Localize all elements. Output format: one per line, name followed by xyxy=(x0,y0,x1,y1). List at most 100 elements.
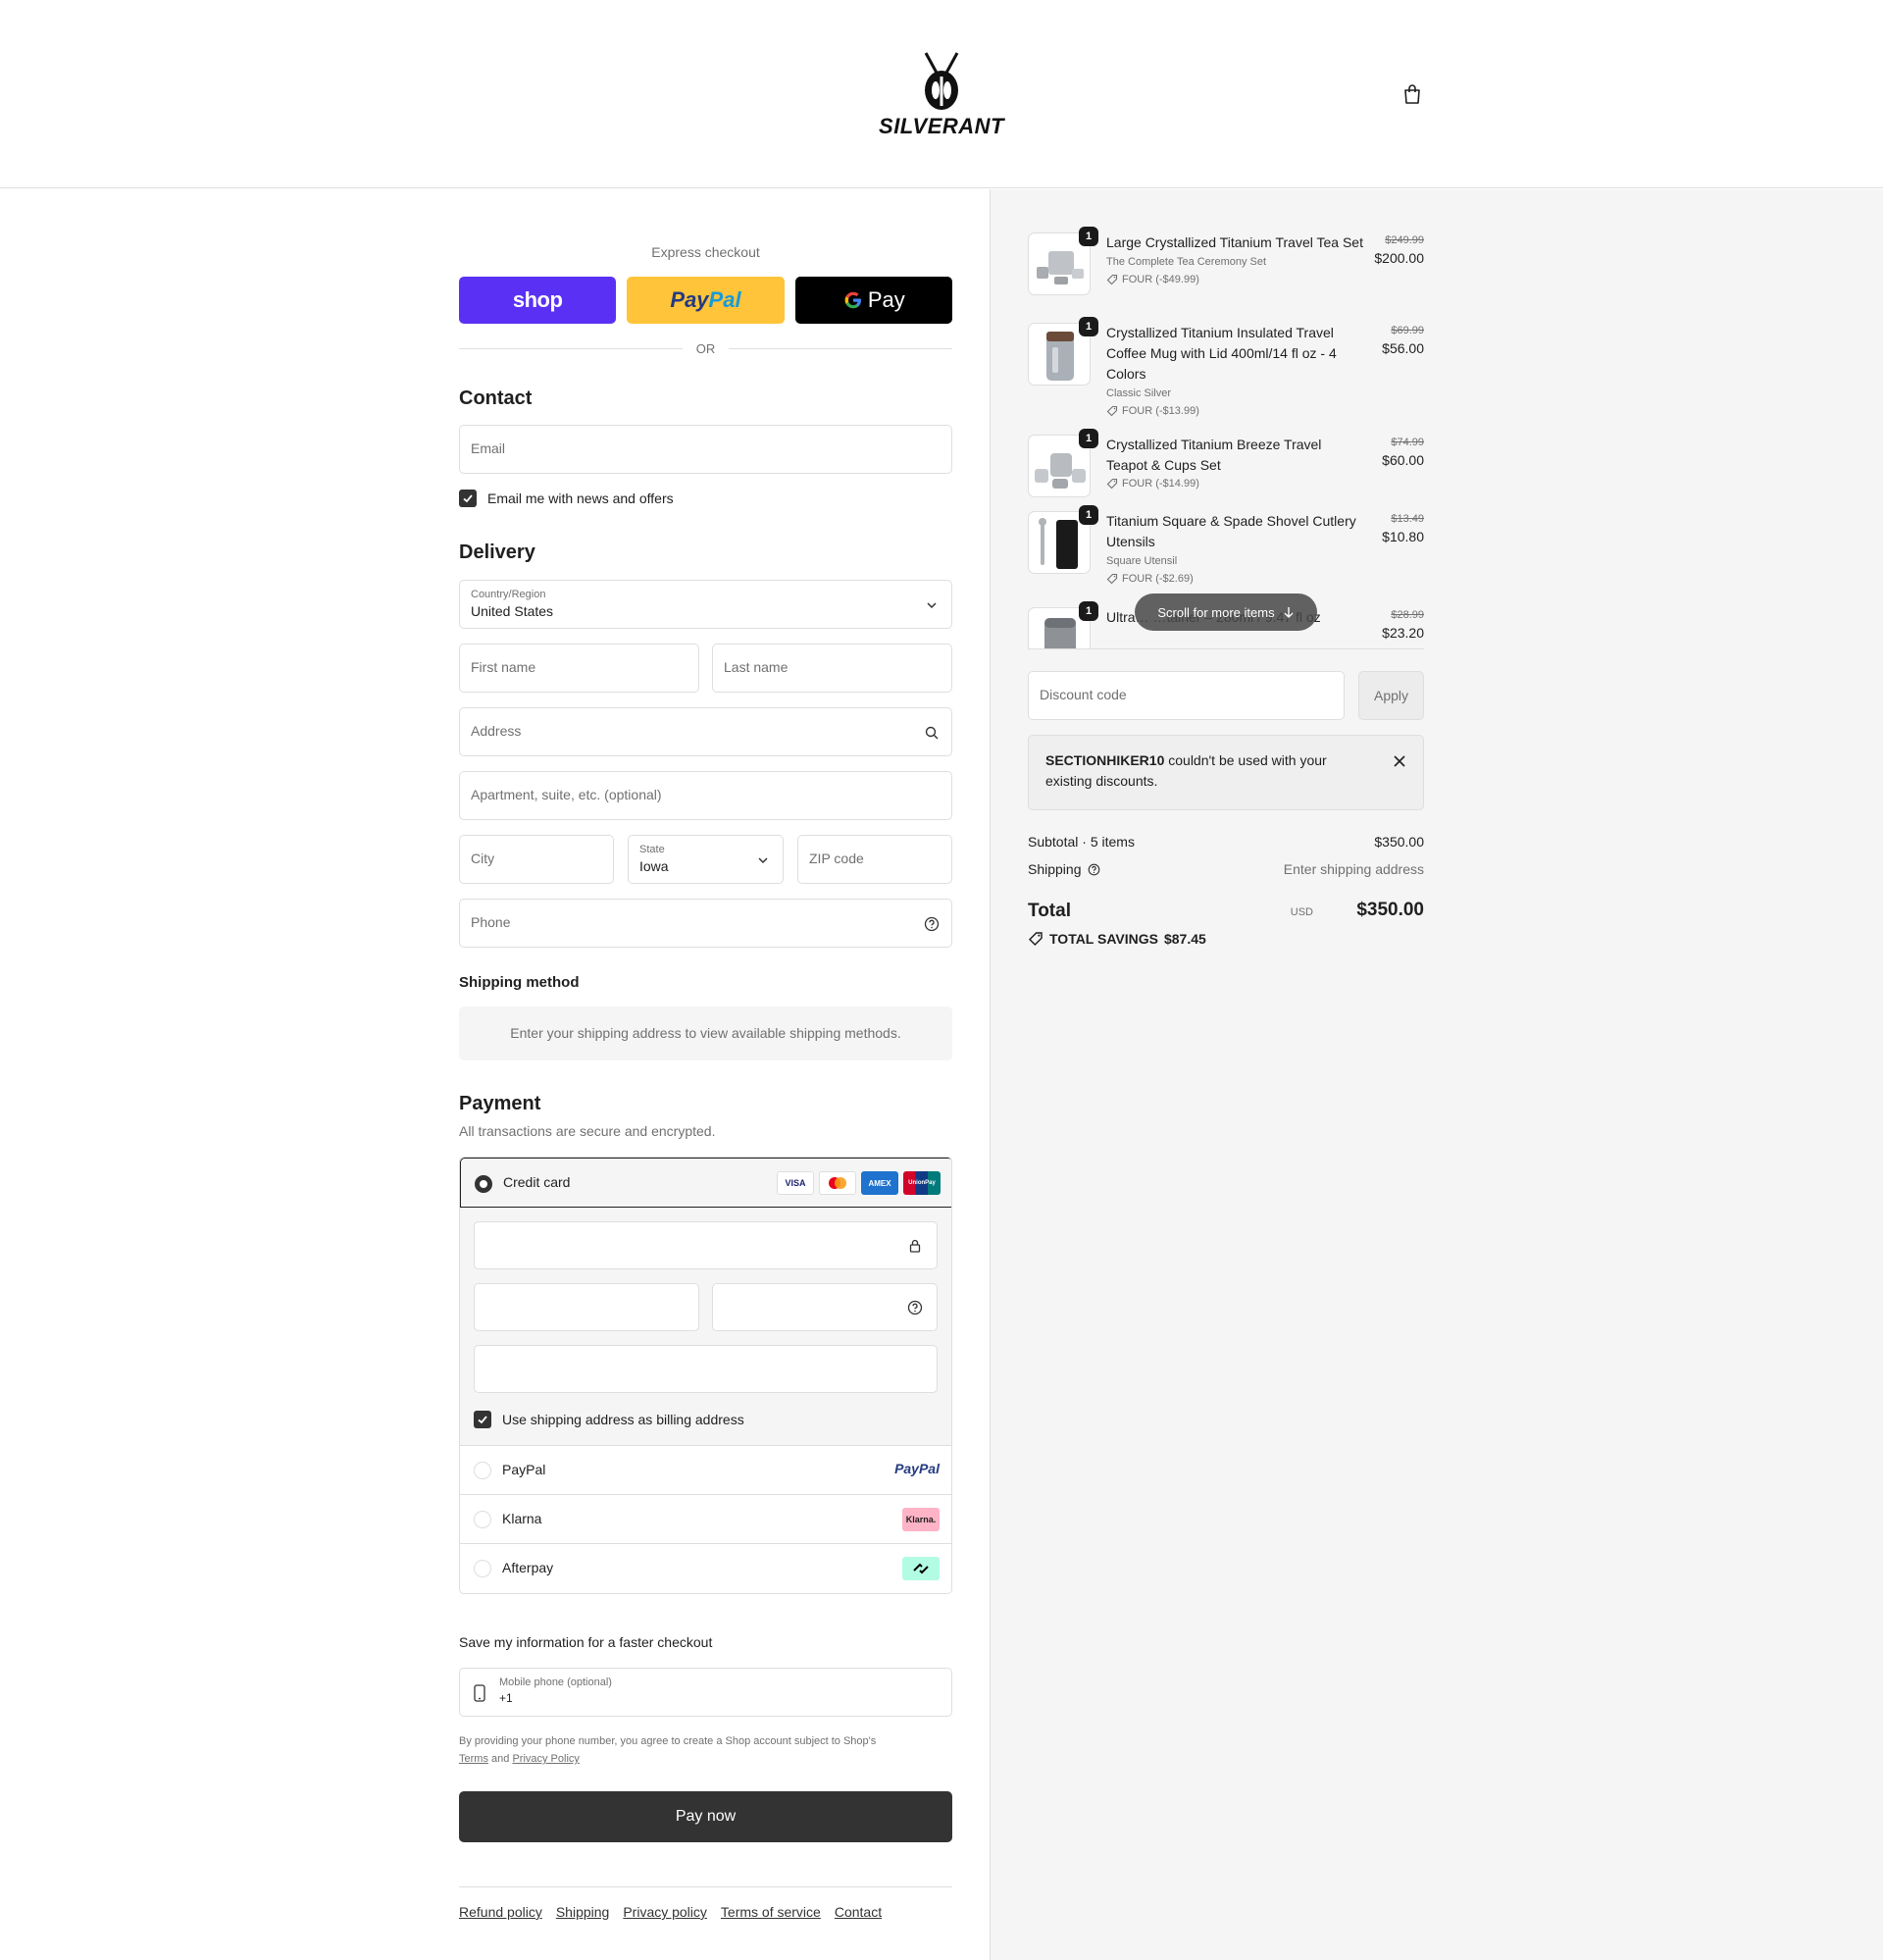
email-field[interactable]: Email xyxy=(459,425,952,474)
discounted-price: $200.00 xyxy=(1374,250,1424,266)
klarna-option-label: Klarna xyxy=(502,1511,542,1526)
first-name-field[interactable]: First name xyxy=(459,644,699,693)
cart-bag-icon[interactable] xyxy=(1400,82,1424,106)
or-divider: OR xyxy=(459,338,952,358)
savings-value: $87.45 xyxy=(1163,931,1206,947)
mobile-phone-icon xyxy=(474,1684,485,1702)
brand-logo[interactable]: SILVERANT xyxy=(879,51,1004,139)
country-select[interactable]: Country/Region United States xyxy=(459,580,952,629)
help-circle-icon[interactable] xyxy=(924,916,940,932)
product-name: Titanium Square & Spade Shovel Cutlery U… xyxy=(1106,513,1356,549)
google-pay-button[interactable]: Pay xyxy=(794,277,952,324)
credit-card-radio[interactable] xyxy=(475,1175,492,1193)
checkmark-icon xyxy=(463,494,473,503)
original-price: $74.99 xyxy=(1391,437,1424,448)
expiration-date-field[interactable] xyxy=(474,1283,699,1331)
chevron-down-icon xyxy=(758,857,768,864)
subtotal-label: Subtotal · 5 items xyxy=(1028,834,1135,850)
security-code-field[interactable] xyxy=(712,1283,938,1331)
express-checkout-label: Express checkout xyxy=(651,244,760,260)
scroll-more-items-button[interactable]: Scroll for more items xyxy=(1135,593,1317,631)
city-placeholder: City xyxy=(471,851,495,866)
phone-field[interactable]: Phone xyxy=(459,899,952,948)
afterpay-option[interactable]: Afterpay xyxy=(460,1543,951,1592)
savings-label: TOTAL SAVINGS xyxy=(1049,931,1158,947)
tag-icon xyxy=(1106,274,1118,285)
paypal-radio[interactable] xyxy=(474,1462,491,1479)
card-number-field[interactable] xyxy=(474,1221,938,1269)
contact-link[interactable]: Contact xyxy=(835,1904,882,1920)
pay-now-button[interactable]: Pay now xyxy=(459,1791,952,1842)
discount-text: FOUR (-$13.99) xyxy=(1122,405,1199,417)
quantity-badge: 1 xyxy=(1079,601,1098,621)
city-field[interactable]: City xyxy=(459,835,614,884)
shop-pay-button[interactable]: shop xyxy=(459,277,617,324)
alert-code: SECTIONHIKER10 xyxy=(1045,752,1165,768)
klarna-option[interactable]: Klarna Klarna. xyxy=(460,1494,951,1543)
discount-code-placeholder: Discount code xyxy=(1040,687,1127,702)
privacy-policy-footer-link[interactable]: Privacy policy xyxy=(623,1904,707,1920)
privacy-policy-link[interactable]: Privacy Policy xyxy=(512,1753,579,1765)
apartment-placeholder: Apartment, suite, etc. (optional) xyxy=(471,787,662,802)
refund-policy-link[interactable]: Refund policy xyxy=(459,1904,542,1920)
discounted-price: $10.80 xyxy=(1382,529,1424,544)
zip-field[interactable]: ZIP code xyxy=(797,835,952,884)
afterpay-option-label: Afterpay xyxy=(502,1560,554,1575)
quantity-badge: 1 xyxy=(1079,317,1098,336)
terms-of-service-link[interactable]: Terms of service xyxy=(721,1904,821,1920)
credit-card-option[interactable]: Credit card VISA AMEX UnionPay xyxy=(460,1158,951,1208)
total-currency: USD xyxy=(1290,906,1313,918)
total-label: Total xyxy=(1028,901,1071,921)
product-name: Crystallized Titanium Breeze Travel Teap… xyxy=(1106,437,1322,473)
paypal-button[interactable]: Pay Pal xyxy=(627,277,785,324)
address-placeholder: Address xyxy=(471,723,522,739)
help-circle-icon[interactable] xyxy=(1088,863,1100,876)
lock-icon xyxy=(909,1239,921,1253)
legal-prefix: By providing your phone number, you agre… xyxy=(459,1735,877,1747)
email-placeholder: Email xyxy=(471,440,506,456)
product-variant: Square Utensil xyxy=(1106,555,1178,567)
klarna-radio[interactable] xyxy=(474,1511,491,1528)
shop-pay-label: shop xyxy=(512,287,563,312)
tag-icon xyxy=(1028,932,1043,947)
google-pay-label: Pay xyxy=(867,287,905,312)
or-label: OR xyxy=(695,340,716,356)
close-icon[interactable] xyxy=(1392,753,1407,769)
afterpay-radio[interactable] xyxy=(474,1560,491,1577)
last-name-placeholder: Last name xyxy=(724,659,789,675)
apply-discount-button[interactable]: Apply xyxy=(1358,671,1424,720)
quantity-badge: 1 xyxy=(1079,429,1098,448)
discount-text: FOUR (-$2.69) xyxy=(1122,573,1194,585)
last-name-field[interactable]: Last name xyxy=(712,644,952,693)
name-on-card-field[interactable] xyxy=(474,1345,938,1393)
mastercard-icon xyxy=(819,1171,856,1195)
product-title: Crystallized Titanium Insulated Travel C… xyxy=(1106,323,1363,419)
billing-same-checkbox[interactable] xyxy=(474,1411,491,1428)
shipping-policy-link[interactable]: Shipping xyxy=(556,1904,610,1920)
newsletter-checkbox[interactable] xyxy=(459,490,477,507)
original-price: $69.99 xyxy=(1391,325,1424,336)
billing-same-label: Use shipping address as billing address xyxy=(502,1412,744,1427)
quantity-badge: 1 xyxy=(1079,505,1098,525)
paypal-label-pal: Pal xyxy=(708,287,741,312)
product-title: Crystallized Titanium Breeze Travel Teap… xyxy=(1106,435,1363,491)
contact-heading: Contact xyxy=(459,387,533,409)
discount-text: FOUR (-$49.99) xyxy=(1122,274,1199,285)
address-field[interactable]: Address xyxy=(459,707,952,756)
mobile-phone-field[interactable]: Mobile phone (optional) +1 xyxy=(459,1668,952,1717)
terms-link[interactable]: Terms xyxy=(459,1753,488,1765)
scroll-hint-label: Scroll for more items xyxy=(1157,604,1275,620)
zip-placeholder: ZIP code xyxy=(809,851,864,866)
original-price: $13.49 xyxy=(1391,513,1424,525)
brand-name: SILVERANT xyxy=(879,114,1004,138)
paypal-option[interactable]: PayPal PayPal xyxy=(460,1445,951,1494)
apartment-field[interactable]: Apartment, suite, etc. (optional) xyxy=(459,771,952,820)
state-select[interactable]: State Iowa xyxy=(628,835,784,884)
help-circle-icon[interactable] xyxy=(907,1300,923,1315)
footer-divider xyxy=(459,1886,952,1887)
save-info-heading: Save my information for a faster checkou… xyxy=(459,1634,713,1650)
total-savings: TOTAL SAVINGS $87.45 xyxy=(1028,931,1206,947)
checkmark-icon xyxy=(478,1416,487,1424)
discount-code-field[interactable]: Discount code xyxy=(1028,671,1345,720)
item-list-divider xyxy=(1028,648,1424,649)
